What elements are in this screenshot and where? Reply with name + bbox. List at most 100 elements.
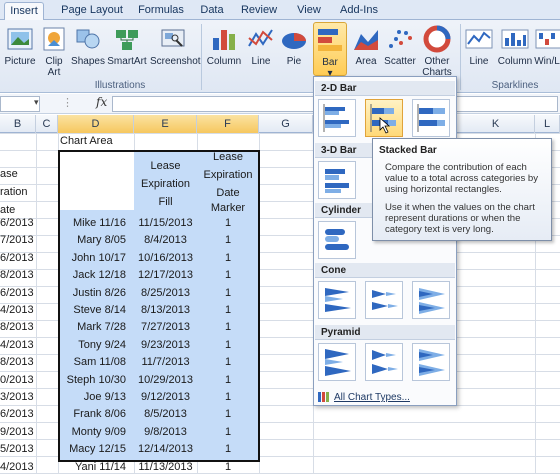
column-b-cell[interactable]: 6/2013 bbox=[0, 215, 36, 232]
column-b-cell[interactable]: 8/2013 bbox=[0, 267, 36, 284]
expiration-fill-cell[interactable]: 9/12/2013 bbox=[134, 389, 197, 406]
column-b-cell[interactable]: 4/2013 bbox=[0, 302, 36, 319]
screenshot-button[interactable]: Screenshot bbox=[150, 22, 201, 78]
column-b-cell[interactable]: 4/2013 bbox=[0, 459, 36, 474]
3d-clustered-bar-option[interactable] bbox=[318, 161, 356, 199]
expiration-fill-cell[interactable]: 11/15/2013 bbox=[134, 215, 197, 232]
column-header-k[interactable]: K bbox=[457, 115, 535, 133]
scatter-chart-button[interactable]: Scatter bbox=[382, 22, 418, 78]
tenant-label-cell[interactable]: Joe 9/13 bbox=[60, 389, 126, 406]
sparkline-column-button[interactable]: Column bbox=[496, 22, 534, 78]
expiration-fill-cell[interactable]: 9/23/2013 bbox=[134, 337, 197, 354]
date-marker-cell[interactable]: 1 bbox=[197, 302, 259, 319]
expiration-fill-cell[interactable]: 12/17/2013 bbox=[134, 267, 197, 284]
sparkline-line-button[interactable]: Line bbox=[464, 22, 494, 78]
tenant-label-cell[interactable]: Macy 12/15 bbox=[60, 441, 126, 458]
tenant-label-cell[interactable]: Yani 11/14 bbox=[60, 459, 126, 474]
column-chart-button[interactable]: Column bbox=[204, 22, 244, 78]
column-b-cell[interactable]: 8/2013 bbox=[0, 354, 36, 371]
tenant-label-cell[interactable]: Steph 10/30 bbox=[60, 372, 126, 389]
formula-bar-splitter-icon[interactable]: ⋮ bbox=[62, 96, 73, 109]
100-percent-stacked-bar-option[interactable] bbox=[412, 99, 450, 137]
tab-data[interactable]: Data bbox=[194, 2, 230, 20]
date-marker-cell[interactable]: 1 bbox=[197, 459, 259, 474]
tenant-label-cell[interactable]: John 10/17 bbox=[60, 250, 126, 267]
shapes-button[interactable]: Shapes bbox=[70, 22, 106, 78]
cylinder-bar-option[interactable] bbox=[318, 221, 356, 259]
tenant-label-cell[interactable]: Steve 8/14 bbox=[60, 302, 126, 319]
column-b-cell[interactable]: ration bbox=[0, 184, 36, 201]
stacked-bar-option[interactable] bbox=[365, 99, 403, 137]
date-marker-cell[interactable]: 1 bbox=[197, 285, 259, 302]
date-marker-cell[interactable]: 1 bbox=[197, 354, 259, 371]
column-b-cell[interactable]: 6/2013 bbox=[0, 250, 36, 267]
tab-formulas[interactable]: Formulas bbox=[132, 2, 190, 20]
line-chart-button[interactable]: Line bbox=[246, 22, 276, 78]
tenant-label-cell[interactable]: Mike 11/16 bbox=[60, 215, 126, 232]
date-marker-cell[interactable]: 1 bbox=[197, 319, 259, 336]
date-marker-cell[interactable]: 1 bbox=[197, 406, 259, 423]
date-marker-cell[interactable]: 1 bbox=[197, 232, 259, 249]
tenant-label-cell[interactable]: Jack 12/18 bbox=[60, 267, 126, 284]
name-box-dropdown-icon[interactable]: ▾ bbox=[34, 97, 39, 108]
tenant-label-cell[interactable]: Monty 9/09 bbox=[60, 424, 126, 441]
bar-chart-button[interactable]: Bar ▾ bbox=[313, 22, 347, 79]
pie-chart-button[interactable]: Pie bbox=[278, 22, 310, 78]
tab-view[interactable]: View bbox=[290, 2, 328, 20]
expiration-fill-cell[interactable]: 11/7/2013 bbox=[134, 354, 197, 371]
stacked-pyramid-option[interactable] bbox=[365, 343, 403, 381]
insert-function-icon[interactable]: fx bbox=[96, 95, 107, 109]
expiration-fill-cell[interactable]: 8/4/2013 bbox=[134, 232, 197, 249]
clip-art-button[interactable]: Clip Art bbox=[40, 22, 68, 78]
date-marker-cell[interactable]: 1 bbox=[197, 389, 259, 406]
100-percent-stacked-cone-option[interactable] bbox=[412, 281, 450, 319]
column-b-cell[interactable]: 3/2013 bbox=[0, 389, 36, 406]
column-b-cell[interactable]: 7/2013 bbox=[0, 232, 36, 249]
expiration-fill-cell[interactable]: 10/29/2013 bbox=[134, 372, 197, 389]
tab-review[interactable]: Review bbox=[236, 2, 282, 20]
expiration-fill-cell[interactable]: 7/27/2013 bbox=[134, 319, 197, 336]
column-header-d[interactable]: D bbox=[58, 115, 134, 133]
date-marker-cell[interactable]: 1 bbox=[197, 267, 259, 284]
clustered-pyramid-option[interactable] bbox=[318, 343, 356, 381]
expiration-fill-cell[interactable]: 9/8/2013 bbox=[134, 424, 197, 441]
tenant-label-cell[interactable]: Mary 8/05 bbox=[60, 232, 126, 249]
column-b-cell[interactable]: 6/2013 bbox=[0, 285, 36, 302]
expiration-fill-cell[interactable]: 8/5/2013 bbox=[134, 406, 197, 423]
expiration-fill-cell[interactable]: 10/16/2013 bbox=[134, 250, 197, 267]
tab-add-ins[interactable]: Add-Ins bbox=[334, 2, 384, 20]
column-b-cell[interactable]: 5/2013 bbox=[0, 441, 36, 458]
date-marker-cell[interactable]: 1 bbox=[197, 337, 259, 354]
date-marker-cell[interactable]: 1 bbox=[197, 215, 259, 232]
tenant-label-cell[interactable]: Sam 11/08 bbox=[60, 354, 126, 371]
column-header-l[interactable]: L bbox=[535, 115, 560, 133]
column-b-cell[interactable]: 0/2013 bbox=[0, 372, 36, 389]
date-marker-cell[interactable]: 1 bbox=[197, 250, 259, 267]
expiration-fill-cell[interactable]: 12/14/2013 bbox=[134, 441, 197, 458]
other-charts-button[interactable]: Other Charts bbox=[419, 22, 455, 78]
column-b-cell[interactable]: 4/2013 bbox=[0, 337, 36, 354]
expiration-fill-cell[interactable]: 11/13/2013 bbox=[134, 459, 197, 474]
tab-insert[interactable]: Insert bbox=[4, 2, 44, 20]
expiration-fill-cell[interactable]: 8/25/2013 bbox=[134, 285, 197, 302]
stacked-cone-option[interactable] bbox=[365, 281, 403, 319]
all-chart-types-link[interactable]: All Chart Types... bbox=[318, 391, 410, 405]
column-header-c[interactable]: C bbox=[36, 115, 58, 133]
smartart-button[interactable]: SmartArt bbox=[106, 22, 148, 78]
column-b-cell[interactable]: 9/2013 bbox=[0, 424, 36, 441]
column-header-g[interactable]: G bbox=[259, 115, 313, 133]
tenant-label-cell[interactable]: Justin 8/26 bbox=[60, 285, 126, 302]
tenant-label-cell[interactable]: Tony 9/24 bbox=[60, 337, 126, 354]
expiration-fill-cell[interactable]: 8/13/2013 bbox=[134, 302, 197, 319]
column-header-b[interactable]: B bbox=[0, 115, 36, 133]
picture-button[interactable]: Picture bbox=[2, 22, 38, 78]
column-b-cell[interactable]: 8/2013 bbox=[0, 319, 36, 336]
date-marker-cell[interactable]: 1 bbox=[197, 372, 259, 389]
date-marker-cell[interactable]: 1 bbox=[197, 441, 259, 458]
tenant-label-cell[interactable]: Mark 7/28 bbox=[60, 319, 126, 336]
column-b-cell[interactable]: ase bbox=[0, 166, 36, 183]
area-chart-button[interactable]: Area bbox=[350, 22, 382, 78]
column-header-e[interactable]: E bbox=[134, 115, 197, 133]
tenant-label-cell[interactable]: Frank 8/06 bbox=[60, 406, 126, 423]
clustered-cone-option[interactable] bbox=[318, 281, 356, 319]
